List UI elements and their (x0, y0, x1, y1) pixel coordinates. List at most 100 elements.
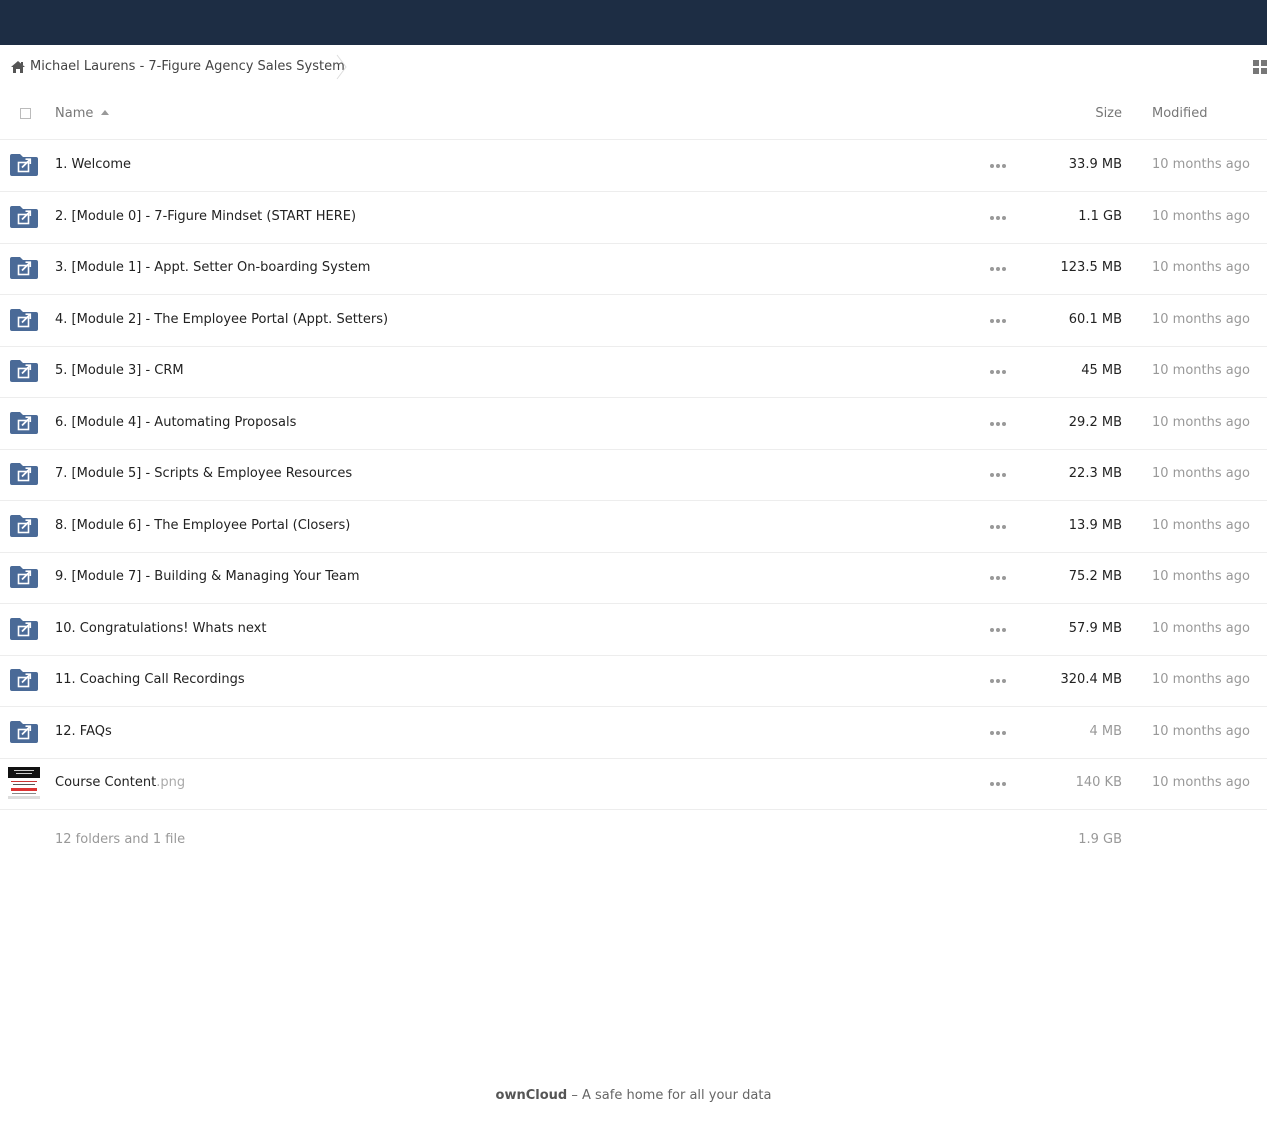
more-actions-icon[interactable] (989, 525, 1007, 531)
file-name-base: Course Content (55, 775, 157, 790)
shared-folder-icon[interactable] (10, 309, 38, 331)
dot (1002, 267, 1006, 271)
shared-folder-icon[interactable] (10, 463, 38, 485)
dot (1002, 473, 1006, 477)
table-row[interactable]: 5. [Module 3] - CRM 45 MB 10 months ago (0, 346, 1267, 398)
more-actions-icon[interactable] (989, 731, 1007, 737)
shared-folder-icon[interactable] (10, 154, 38, 176)
file-name[interactable]: 4. [Module 2] - The Employee Portal (App… (55, 312, 388, 327)
dot (990, 319, 994, 323)
dot (990, 576, 994, 580)
breadcrumb-current[interactable]: Michael Laurens - 7-Figure Agency Sales … (30, 59, 345, 74)
dot (1002, 164, 1006, 168)
file-name-base: 5. [Module 3] - CRM (55, 363, 184, 378)
dot (996, 679, 1000, 683)
image-thumbnail[interactable] (8, 767, 40, 799)
column-header-name-label: Name (55, 106, 94, 121)
file-name[interactable]: 5. [Module 3] - CRM (55, 363, 184, 378)
dot (1002, 576, 1006, 580)
grid-view-icon[interactable] (1253, 60, 1267, 74)
footer-brand[interactable]: ownCloud (496, 1088, 568, 1103)
file-size: 75.2 MB (1068, 569, 1122, 584)
shared-folder-icon[interactable] (10, 257, 38, 279)
shared-folder-icon[interactable] (10, 206, 38, 228)
file-name[interactable]: 10. Congratulations! Whats next (55, 621, 266, 636)
dot (1002, 628, 1006, 632)
table-row[interactable]: 9. [Module 7] - Building & Managing Your… (0, 552, 1267, 604)
dot (1002, 422, 1006, 426)
file-size: 33.9 MB (1068, 157, 1122, 172)
more-actions-icon[interactable] (989, 267, 1007, 273)
shared-folder-icon[interactable] (10, 515, 38, 537)
file-size: 13.9 MB (1068, 518, 1122, 533)
table-row[interactable]: 7. [Module 5] - Scripts & Employee Resou… (0, 449, 1267, 501)
column-header-name[interactable]: Name (55, 106, 110, 121)
file-name-base: 4. [Module 2] - The Employee Portal (App… (55, 312, 389, 327)
dot (990, 679, 994, 683)
footer-tagline: – A safe home for all your data (567, 1088, 772, 1103)
shared-folder-icon[interactable] (10, 360, 38, 382)
file-name[interactable]: 1. Welcome (55, 157, 131, 172)
shared-folder-icon[interactable] (10, 566, 38, 588)
file-name-base: 2. [Module 0] - 7-Figure Mindset (START … (55, 209, 357, 224)
dot (990, 473, 994, 477)
file-name[interactable]: 8. [Module 6] - The Employee Portal (Clo… (55, 518, 350, 533)
shared-folder-icon[interactable] (10, 721, 38, 743)
more-actions-icon[interactable] (989, 370, 1007, 376)
dot (990, 628, 994, 632)
more-actions-icon[interactable] (989, 422, 1007, 428)
file-name[interactable]: 2. [Module 0] - 7-Figure Mindset (START … (55, 209, 356, 224)
table-row[interactable]: 8. [Module 6] - The Employee Portal (Clo… (0, 501, 1267, 553)
more-actions-icon[interactable] (989, 628, 1007, 634)
table-row[interactable]: 11. Coaching Call Recordings 320.4 MB 10 m… (0, 655, 1267, 707)
file-name-base: 1. Welcome (55, 157, 132, 172)
summary-total-size: 1.9 GB (1078, 832, 1122, 847)
dot (1002, 525, 1006, 529)
more-actions-icon[interactable] (989, 576, 1007, 582)
file-name[interactable]: 12. FAQs (55, 724, 112, 739)
table-row[interactable]: 6. [Module 4] - Automating Proposals 29.2… (0, 398, 1267, 450)
shared-folder-icon[interactable] (10, 412, 38, 434)
file-name[interactable]: 9. [Module 7] - Building & Managing Your… (55, 569, 360, 584)
more-actions-icon[interactable] (989, 319, 1007, 325)
shared-folder-icon[interactable] (10, 669, 38, 691)
select-all-checkbox[interactable] (20, 108, 31, 119)
home-icon[interactable] (10, 60, 26, 74)
file-name[interactable]: 7. [Module 5] - Scripts & Employee Resou… (55, 466, 352, 481)
file-modified: 10 months ago (1152, 518, 1250, 533)
table-row[interactable]: 12. FAQs 4 MB 10 months ago (0, 707, 1267, 759)
breadcrumb-separator-icon (335, 53, 349, 81)
more-actions-icon[interactable] (989, 473, 1007, 479)
table-row[interactable]: 10. Congratulations! Whats next 57.9 MB 10… (0, 604, 1267, 656)
file-modified: 10 months ago (1152, 569, 1250, 584)
dot (996, 370, 1000, 374)
footer: ownCloud – A safe home for all your data (0, 1088, 1267, 1103)
more-actions-icon[interactable] (989, 164, 1007, 170)
more-actions-icon[interactable] (989, 216, 1007, 222)
more-actions-icon[interactable] (989, 679, 1007, 685)
file-name[interactable]: 6. [Module 4] - Automating Proposals (55, 415, 296, 430)
file-name-base: 12. FAQs (55, 724, 112, 739)
dot (996, 628, 1000, 632)
file-size: 4 MB (1089, 724, 1122, 739)
dot (996, 267, 1000, 271)
more-actions-icon[interactable] (989, 782, 1007, 788)
shared-folder-icon[interactable] (10, 618, 38, 640)
file-name[interactable]: Course Content.png (55, 775, 185, 790)
dot (990, 525, 994, 529)
dot (1002, 370, 1006, 374)
file-name[interactable]: 11. Coaching Call Recordings (55, 672, 245, 687)
table-row[interactable]: 2. [Module 0] - 7-Figure Mindset (START … (0, 192, 1267, 244)
table-row[interactable]: 4. [Module 2] - The Employee Portal (App… (0, 295, 1267, 347)
table-row[interactable]: 1. Welcome 33.9 MB 10 months ago (0, 140, 1267, 192)
dot (990, 164, 994, 168)
file-name[interactable]: 3. [Module 1] - Appt. Setter On-boarding… (55, 260, 370, 275)
top-header-bar (0, 0, 1267, 45)
file-modified: 10 months ago (1152, 312, 1250, 327)
column-header-size[interactable]: Size (1095, 106, 1122, 121)
table-row[interactable]: Course Content.png 140 KB 10 months ago (0, 758, 1267, 810)
dot (990, 267, 994, 271)
file-size: 1.1 GB (1078, 209, 1122, 224)
column-header-modified[interactable]: Modified (1152, 106, 1207, 121)
table-row[interactable]: 3. [Module 1] - Appt. Setter On-boarding… (0, 243, 1267, 295)
